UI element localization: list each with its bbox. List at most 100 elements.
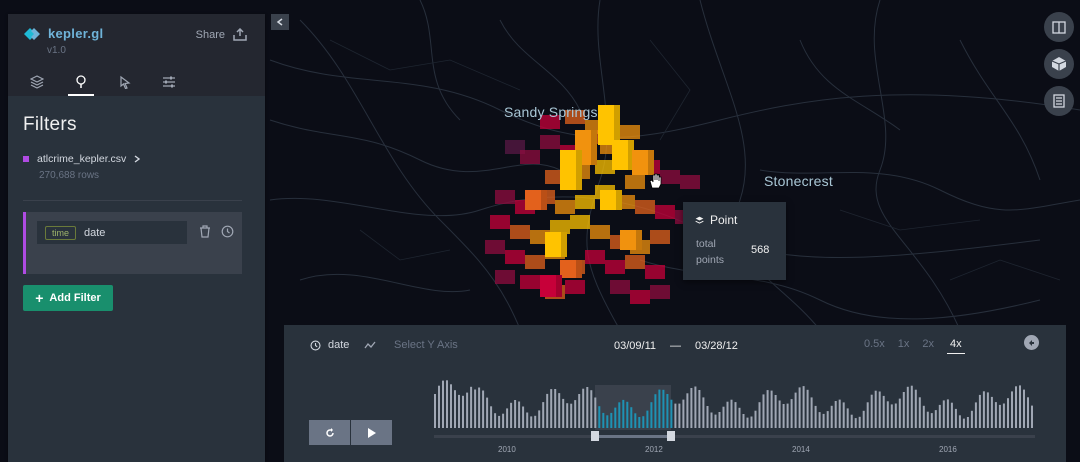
histogram-bar [814,405,817,428]
split-map-button[interactable] [1044,12,1074,42]
legend-icon [1053,94,1065,108]
histogram-bar [786,403,789,428]
animation-settings-button[interactable] [1024,335,1039,350]
histogram-bar [738,407,741,428]
histogram-bar [658,389,661,428]
histogram-bar [834,401,837,428]
time-playback-panel: date Select Y Axis 03/09/11 — 03/28/12 0… [284,325,1066,462]
histogram-bar [678,403,681,428]
dataset-color-swatch [23,156,29,162]
export-icon [233,28,247,41]
histogram-bar [550,389,553,428]
play-button[interactable] [351,420,392,445]
histogram-bar [902,392,905,428]
histogram-bar [730,399,733,428]
dataset-name-row[interactable]: atlcrime_kepler.csv [23,153,141,165]
histogram-bar [602,412,605,428]
histogram-bar [686,393,689,428]
dataset-info: atlcrime_kepler.csv 270,688 rows [23,153,141,181]
panel-header: kepler.gl v1.0 Share [8,14,265,96]
tooltip-header: Point [695,213,737,227]
histogram-bar [754,410,757,428]
histogram-bar [650,402,653,428]
histogram-bar [1027,397,1029,428]
hexbin-cell [610,280,630,294]
histogram-bar [654,394,657,428]
reset-button[interactable] [309,420,350,445]
tab-interactions[interactable] [112,68,138,96]
histogram-bar [726,401,729,428]
hexbin-column-shade [576,150,582,190]
histogram-bar [998,404,1001,428]
histogram-bar [910,385,913,428]
histogram-bar [906,386,909,428]
histogram-bar [886,401,889,428]
histogram-bar [926,411,929,428]
histogram-bar [930,413,933,428]
speed-option[interactable]: 2x [922,338,934,354]
legend-button[interactable] [1044,86,1074,116]
speed-option[interactable]: 0.5x [864,338,885,354]
chevron-left-icon [276,18,283,26]
tab-layers[interactable] [24,68,50,96]
filter-field-selector[interactable]: time date [37,221,187,244]
histogram-bar [722,406,725,428]
filter-field-name: date [84,226,106,239]
3d-view-button[interactable] [1044,49,1074,79]
arrows-icon [1029,340,1034,346]
histogram-bar [1002,403,1005,428]
speed-option[interactable]: 1x [898,338,910,354]
histogram-bar [718,412,721,428]
histogram-bar [578,394,581,428]
speed-option-active[interactable]: 4x [947,338,965,354]
chevron-right-icon [134,155,141,163]
histogram-bar [810,397,813,428]
histogram-bar [646,410,649,428]
range-handle-start[interactable] [591,431,599,441]
histogram-bar [458,394,460,428]
histogram-bar [778,400,781,428]
add-filter-button[interactable]: + Add Filter [23,285,113,311]
hexbin-column-shade [541,190,547,210]
histogram-bar [570,403,573,428]
hexbin-cell [495,270,515,284]
histogram-bar [486,397,489,428]
reset-icon [325,427,334,437]
time-field-name: date [328,339,350,351]
histogram-bar [710,412,713,428]
trash-icon[interactable] [199,225,211,238]
time-field-selector[interactable]: date [310,339,349,351]
histogram-bar [802,386,805,428]
hexbin-cell [655,205,675,219]
histogram-bar [590,390,593,428]
hexbin-cell [625,175,645,189]
y-axis-selector[interactable]: Select Y Axis [364,339,458,351]
histogram-bar [862,410,865,428]
histogram-bar [622,399,625,428]
tab-settings[interactable] [156,68,182,96]
histogram-bar [894,403,897,428]
histogram-bar [770,390,773,428]
histogram-bar [934,410,937,428]
histogram-bar [830,405,833,428]
tab-filters[interactable] [68,68,94,96]
hexbin-cell [525,255,545,269]
collapse-panel-button[interactable] [271,14,289,30]
share-button[interactable]: Share [196,28,247,41]
dataset-name: atlcrime_kepler.csv [37,153,127,165]
histogram-bar [746,417,749,428]
histogram-bar [474,389,477,428]
histogram-bar [762,394,765,428]
histogram-bar [1023,389,1025,428]
speed-selector: 0.5x 1x 2x 4x [864,338,965,354]
histogram-bar [574,400,577,428]
histogram-bar [974,402,977,428]
range-handle-end[interactable] [667,431,675,441]
histogram-bar [510,402,513,428]
histogram-bar [1007,398,1009,428]
clock-icon[interactable] [221,225,234,238]
layers-icon [695,216,704,224]
histogram-bar [874,390,877,428]
hexbin-cell [510,225,530,239]
histogram-bar [438,385,440,428]
